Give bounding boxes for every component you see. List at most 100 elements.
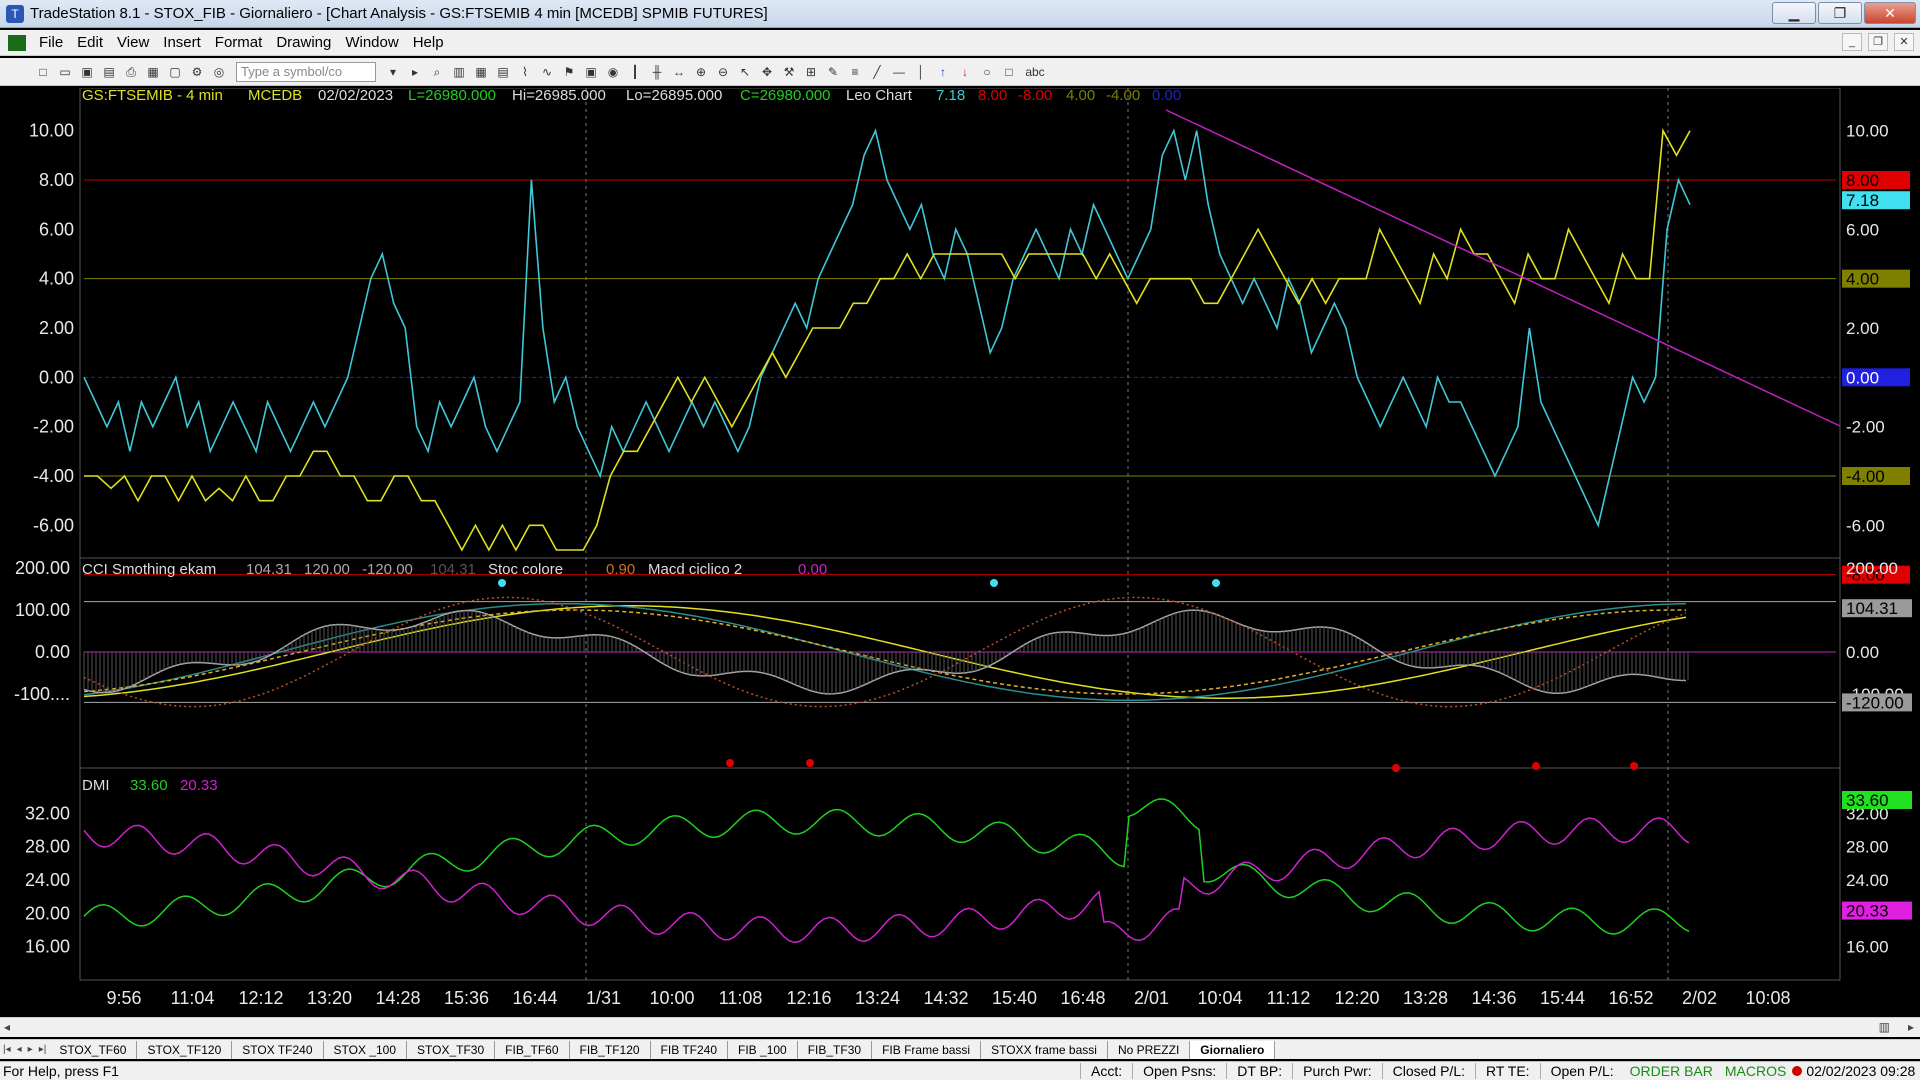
tab-fib-tf60[interactable]: FIB_TF60 — [495, 1040, 570, 1059]
tab-fib-tf240[interactable]: FIB TF240 — [651, 1040, 729, 1059]
layout-icon[interactable]: ▥ — [450, 63, 468, 81]
price-y-tick: 6.00 — [39, 219, 74, 239]
lock-icon[interactable]: ▢ — [166, 63, 184, 81]
price-y-tick: -4.00 — [33, 466, 74, 486]
tab-no-prezzi[interactable]: No PREZZI — [1108, 1040, 1191, 1059]
horizontal-scrollbar[interactable]: ◂ ▥ ▸ — [0, 1017, 1920, 1037]
price-panel — [79, 87, 1841, 559]
new-icon[interactable]: □ — [34, 63, 52, 81]
data-window-icon[interactable]: ⊞ — [802, 63, 820, 81]
mdi-restore-button[interactable]: ❐ — [1868, 33, 1888, 51]
menu-format[interactable]: Format — [208, 34, 270, 51]
macros-button[interactable]: MACROS — [1719, 1063, 1792, 1079]
save-icon[interactable]: ▣ — [78, 63, 96, 81]
tools-icon[interactable]: ⚙ — [188, 63, 206, 81]
dmi-right-tick: 24.00 — [1846, 871, 1889, 890]
x-axis-tick: 15:36 — [444, 988, 489, 1008]
tab-fib-tf30[interactable]: FIB_TF30 — [798, 1040, 873, 1059]
zoom-out-icon[interactable]: ⊖ — [714, 63, 732, 81]
tab-prev-icon[interactable]: ◂ — [14, 1044, 25, 1055]
trendline-icon[interactable]: ╱ — [868, 63, 886, 81]
rectangle-icon[interactable]: □ — [1000, 63, 1018, 81]
macd-value: 0.00 — [798, 561, 827, 578]
symbol-input[interactable]: Type a symbol/co — [236, 61, 376, 82]
mdi-minimize-button[interactable]: _ — [1842, 33, 1862, 51]
order-bar-button[interactable]: ORDER BAR — [1624, 1063, 1719, 1079]
scroll-right-icon[interactable]: ▸ — [1908, 1020, 1914, 1034]
print-icon[interactable]: ⎙ — [122, 63, 140, 81]
dmi-right-marker: 20.33 — [1846, 902, 1889, 921]
drag-icon[interactable]: ✥ — [758, 63, 776, 81]
hammer-icon[interactable]: ⚒ — [780, 63, 798, 81]
tab-stox-100[interactable]: STOX _100 — [324, 1040, 408, 1059]
tab-fib-frame-bassi[interactable]: FIB Frame bassi — [872, 1040, 982, 1059]
fib-icon[interactable]: ≡ — [846, 63, 864, 81]
tab-stox-tf30[interactable]: STOX_TF30 — [407, 1040, 496, 1059]
indicator-icon[interactable]: ∿ — [538, 63, 556, 81]
tab-next-icon[interactable]: ▸ — [25, 1044, 36, 1055]
dropdown-icon[interactable]: ▾ — [384, 63, 402, 81]
zoom-in-icon[interactable]: ⊕ — [692, 63, 710, 81]
mdi-close-button[interactable]: ✕ — [1894, 33, 1914, 51]
tab-last-icon[interactable]: ▸| — [36, 1044, 50, 1055]
dmi-panel — [79, 767, 1841, 981]
globe-icon[interactable]: ◎ — [210, 63, 228, 81]
price-right-tick: 6.00 — [1846, 220, 1879, 239]
tab-stox-tf120[interactable]: STOX_TF120 — [137, 1040, 233, 1059]
x-axis-tick: 10:04 — [1197, 988, 1242, 1008]
folder-icon[interactable]: ▤ — [100, 63, 118, 81]
maximize-button[interactable]: ❐ — [1818, 2, 1862, 24]
go-icon[interactable]: ▸ — [406, 63, 424, 81]
menu-insert[interactable]: Insert — [156, 34, 208, 51]
tab-stox-tf60[interactable]: STOX_TF60 — [49, 1040, 138, 1059]
window-title: TradeStation 8.1 - STOX_FIB - Giornalier… — [30, 5, 768, 22]
arrow-down-icon[interactable]: ↓ — [956, 63, 974, 81]
signal-dot — [726, 759, 734, 767]
print-preview-icon[interactable]: ▦ — [144, 63, 162, 81]
menu-drawing[interactable]: Drawing — [269, 34, 338, 51]
menu-edit[interactable]: Edit — [70, 34, 110, 51]
menu-file[interactable]: File — [32, 34, 70, 51]
symbol-lookup-icon[interactable]: ⌕ — [428, 63, 446, 81]
strategy-icon[interactable]: ⚑ — [560, 63, 578, 81]
bar-icon[interactable]: ╫ — [648, 63, 666, 81]
price-right-marker: 8.00 — [1846, 171, 1879, 190]
menu-window[interactable]: Window — [338, 34, 405, 51]
bar-spacing-icon[interactable]: ↔ — [670, 63, 688, 81]
tab-stoxx-frame-bassi[interactable]: STOXX frame bassi — [981, 1040, 1108, 1059]
chart-canvas[interactable]: 10.00 8.00 6.00 4.00 2.00 0.00 -2.00 -4.00 -6.00… — [0, 87, 1920, 1010]
signal-dot — [1630, 762, 1638, 770]
tab-fib-100[interactable]: FIB _100 — [728, 1040, 798, 1059]
chart-window-icon[interactable] — [8, 34, 26, 51]
tab-giornaliero[interactable]: Giornaliero — [1190, 1040, 1276, 1059]
scanner-icon[interactable]: ▣ — [582, 63, 600, 81]
table-icon[interactable]: ▤ — [494, 63, 512, 81]
tab-fib-tf120[interactable]: FIB_TF120 — [570, 1040, 651, 1059]
open-icon[interactable]: ▭ — [56, 63, 74, 81]
menu-view[interactable]: View — [110, 34, 156, 51]
arrow-up-icon[interactable]: ↑ — [934, 63, 952, 81]
pencil-icon[interactable]: ✎ — [824, 63, 842, 81]
horizontal-line-icon[interactable]: ― — [890, 63, 908, 81]
x-axis-tick: 14:32 — [923, 988, 968, 1008]
minimize-button[interactable]: ▁ — [1772, 2, 1816, 24]
candle-icon[interactable]: ┃ — [626, 63, 644, 81]
signal-dot — [1212, 579, 1220, 587]
tab-stox-tf240[interactable]: STOX TF240 — [232, 1040, 324, 1059]
chart-area[interactable]: 10.00 8.00 6.00 4.00 2.00 0.00 -2.00 -4.00 -6.00… — [0, 87, 1920, 1010]
radar-icon[interactable]: ◉ — [604, 63, 622, 81]
menu-help[interactable]: Help — [406, 34, 451, 51]
cursor-icon[interactable]: ↖ — [736, 63, 754, 81]
ellipse-icon[interactable]: ○ — [978, 63, 996, 81]
study-v6: 0.00 — [1152, 88, 1181, 104]
vertical-line-icon[interactable]: │ — [912, 63, 930, 81]
grid-icon[interactable]: ▦ — [472, 63, 490, 81]
x-axis-tick: 10:08 — [1745, 988, 1790, 1008]
price-y-tick: 2.00 — [39, 318, 74, 338]
scroll-left-icon[interactable]: ◂ — [4, 1020, 10, 1034]
close-button[interactable]: ✕ — [1864, 2, 1916, 24]
scroll-thumb-icon[interactable]: ▥ — [1879, 1020, 1890, 1034]
chart-icon[interactable]: ⌇ — [516, 63, 534, 81]
tab-first-icon[interactable]: |◂ — [0, 1044, 14, 1055]
text-tool-icon[interactable]: abc — [1022, 63, 1048, 81]
